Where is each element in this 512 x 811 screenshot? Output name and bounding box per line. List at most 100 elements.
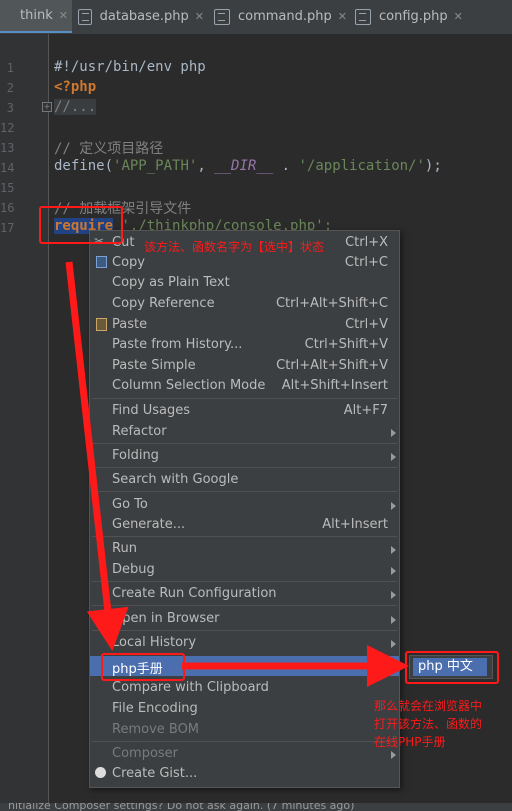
menu-item-file-encoding[interactable]: File Encoding	[90, 699, 399, 719]
menu-separator	[92, 536, 397, 537]
close-icon[interactable]: ✕	[338, 10, 347, 23]
menu-item-generate[interactable]: Generate... Alt+Insert	[90, 515, 399, 535]
shebang: #!/usr/bin/env php	[54, 59, 206, 75]
tab-command[interactable]: command.php ✕	[214, 0, 348, 33]
submenu-arrow-icon	[391, 429, 396, 437]
menu-item-label: Paste	[112, 317, 148, 332]
line-number: 16	[0, 201, 15, 215]
menu-item-folding[interactable]: Folding	[90, 446, 399, 466]
tab-database[interactable]: database.php ✕	[78, 0, 204, 33]
menu-item-label: Copy as Plain Text	[112, 275, 230, 290]
code-line-14[interactable]: define('APP_PATH', __DIR__ . '/applicati…	[54, 158, 442, 174]
concat-operator: .	[273, 158, 299, 174]
github-icon	[95, 767, 106, 778]
menu-item-local-history[interactable]: Local History	[90, 633, 399, 653]
folded-comment[interactable]: //...	[54, 99, 97, 115]
menu-item-column-selection[interactable]: Column Selection Mode Alt+Shift+Insert	[90, 376, 399, 396]
menu-item-paste-history[interactable]: Paste from History... Ctrl+Shift+V	[90, 335, 399, 355]
tab-label: think	[20, 8, 53, 23]
code-line-1[interactable]: #!/usr/bin/env php	[54, 59, 206, 75]
file-php-icon	[214, 8, 230, 25]
line-number: 3	[6, 101, 14, 115]
tab-label: database.php	[99, 9, 189, 24]
menu-item-search-google[interactable]: Search with Google	[90, 470, 399, 490]
menu-item-copy[interactable]: Copy Ctrl+C	[90, 253, 399, 273]
code-line-2[interactable]: <?php	[54, 79, 96, 95]
magic-constant: __DIR__	[214, 158, 274, 174]
menu-item-go-to[interactable]: Go To	[90, 495, 399, 515]
selection-highlight-box	[39, 206, 123, 244]
function-call: define(	[54, 158, 114, 174]
menu-item-compare-clipboard[interactable]: Compare with Clipboard	[90, 678, 399, 698]
menu-separator	[92, 398, 397, 399]
menu-item-shortcut: Alt+Insert	[322, 517, 388, 532]
code-line-3[interactable]: //...	[54, 99, 97, 115]
tab-think[interactable]: think ✕	[0, 0, 72, 33]
submenu-arrow-icon	[391, 663, 396, 671]
menu-item-label: Composer	[112, 746, 179, 761]
menu-separator	[92, 581, 397, 582]
line-number: 17	[0, 221, 15, 235]
context-menu: ✂ Cut Ctrl+X Copy Ctrl+C Copy as Plain T…	[89, 230, 400, 788]
submenu-arrow-icon	[391, 567, 396, 575]
menu-separator	[92, 443, 397, 444]
menu-item-refactor[interactable]: Refactor	[90, 422, 399, 442]
menu-item-find-usages[interactable]: Find Usages Alt+F7	[90, 401, 399, 421]
line-number: 2	[6, 81, 14, 95]
statement-end: );	[424, 158, 442, 174]
close-icon[interactable]: ✕	[59, 9, 68, 22]
annotation-line-1: 那么就会在浏览器中	[374, 699, 483, 713]
menu-item-label: File Encoding	[112, 701, 198, 716]
menu-item-paste-simple[interactable]: Paste Simple Ctrl+Alt+Shift+V	[90, 356, 399, 376]
menu-item-copy-reference[interactable]: Copy Reference Ctrl+Alt+Shift+C	[90, 294, 399, 314]
menu-item-paste[interactable]: Paste Ctrl+V	[90, 315, 399, 335]
line-number-gutter: 1 2 3 12 13 14 15 16 17 +	[0, 34, 52, 811]
line-number: 13	[0, 141, 15, 155]
globe-icon	[95, 612, 106, 623]
editor-tab-bar: think ✕ database.php ✕ command.php ✕ con…	[0, 0, 512, 35]
menu-separator	[92, 467, 397, 468]
submenu-arrow-icon	[391, 453, 396, 461]
submenu-arrow-icon	[391, 751, 396, 759]
menu-item-label: Debug	[112, 562, 155, 577]
menu-item-label: Paste from History...	[112, 337, 243, 352]
close-icon[interactable]: ✕	[195, 10, 204, 23]
menu-highlight-box	[101, 653, 185, 681]
code-line-13[interactable]: // 定义项目路径	[54, 138, 163, 158]
menu-item-label: Column Selection Mode	[112, 378, 266, 393]
menu-item-open-in-browser[interactable]: Open in Browser	[90, 609, 399, 629]
submenu-arrow-icon	[391, 616, 396, 624]
string-literal: 'APP_PATH'	[113, 158, 198, 174]
line-number: 14	[0, 161, 15, 175]
submenu-arrow-icon	[391, 502, 396, 510]
menu-item-label: Run	[112, 541, 137, 556]
comment: // 定义项目路径	[54, 141, 164, 157]
menu-item-label: Search with Google	[112, 472, 239, 487]
tab-label: config.php	[379, 9, 448, 24]
php-open-tag: <?php	[54, 79, 97, 95]
fold-expand-icon[interactable]: +	[42, 102, 52, 112]
line-number: 1	[6, 61, 14, 75]
menu-item-shortcut: Alt+Shift+Insert	[281, 378, 388, 393]
menu-item-create-gist[interactable]: Create Gist...	[90, 764, 399, 784]
menu-item-copy-plain-text[interactable]: Copy as Plain Text	[90, 273, 399, 293]
line-number: 12	[0, 121, 15, 135]
tab-config[interactable]: config.php ✕	[355, 0, 467, 33]
menu-item-label: Refactor	[112, 424, 167, 439]
menu-item-shortcut: Ctrl+Alt+Shift+V	[276, 358, 388, 373]
menu-item-run[interactable]: Run	[90, 539, 399, 559]
menu-item-create-run-config[interactable]: Create Run Configuration	[90, 584, 399, 604]
menu-item-label: Open in Browser	[112, 611, 220, 626]
menu-separator	[92, 630, 397, 631]
close-icon[interactable]: ✕	[454, 10, 463, 23]
menu-separator	[92, 491, 397, 492]
submenu-arrow-icon	[391, 591, 396, 599]
menu-item-label: Go To	[112, 497, 148, 512]
menu-item-debug[interactable]: Debug	[90, 560, 399, 580]
menu-item-label: Folding	[112, 448, 159, 463]
paste-icon	[96, 318, 107, 331]
file-php-icon	[78, 8, 92, 25]
menu-item-label: Create Run Configuration	[112, 586, 277, 601]
status-bar: nitialize Composer settings? Do not ask …	[0, 803, 512, 811]
annotation-line-2: 打开该方法、函数的	[374, 717, 483, 731]
